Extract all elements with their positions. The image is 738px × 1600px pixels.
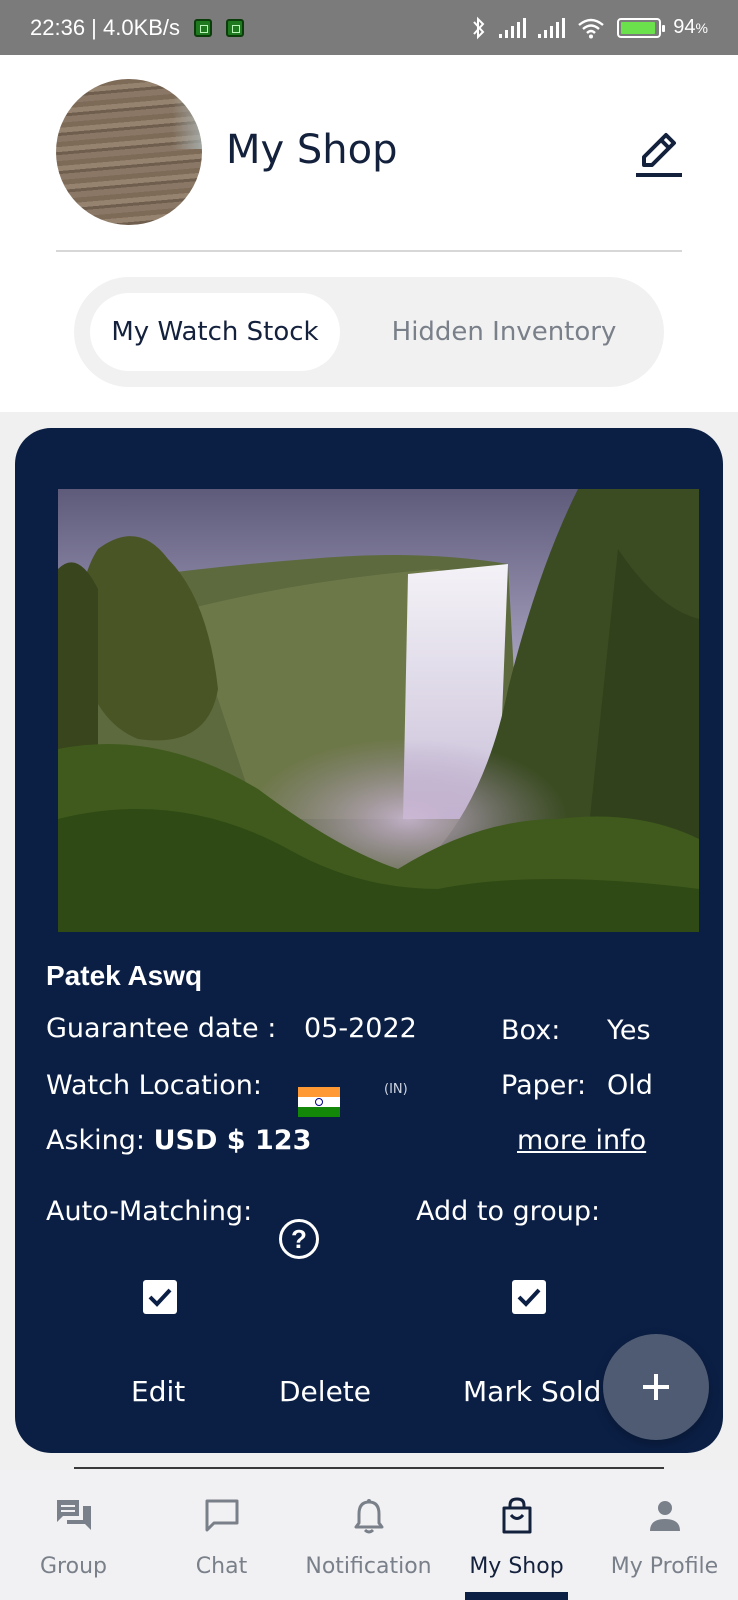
box-label: Box: xyxy=(501,1015,561,1046)
nav-item-my-profile[interactable]: My Profile xyxy=(591,1470,738,1600)
watch-photo[interactable] xyxy=(58,489,699,932)
battery-level: 94% xyxy=(673,16,708,38)
location-code: (IN) xyxy=(384,1082,408,1097)
nav-divider xyxy=(74,1467,664,1469)
pencil-edit-icon xyxy=(636,133,682,177)
paper-value: Old xyxy=(607,1070,653,1101)
notification-app-icon xyxy=(194,18,213,37)
box-value: Yes xyxy=(607,1015,651,1046)
battery-icon xyxy=(617,17,666,38)
help-icon[interactable]: ? xyxy=(279,1219,319,1259)
nav-item-notification[interactable]: Notification xyxy=(295,1470,442,1600)
edit-shop-button[interactable] xyxy=(634,129,684,181)
bell-icon xyxy=(354,1499,383,1534)
notification-app-icon xyxy=(226,18,245,37)
add-to-group-checkbox[interactable] xyxy=(512,1280,546,1314)
shop-header: My Shop My Watch Stock Hidden Inventory xyxy=(0,55,738,412)
india-flag-icon xyxy=(298,1087,340,1117)
delete-button[interactable]: Delete xyxy=(279,1375,371,1408)
add-to-group-label: Add to group: xyxy=(416,1196,601,1227)
waterfall-landscape-image xyxy=(58,489,699,932)
add-listing-button[interactable] xyxy=(603,1334,709,1440)
plus-icon xyxy=(643,1374,669,1400)
signal-icon xyxy=(499,17,527,38)
checkmark-icon xyxy=(148,1288,172,1307)
nav-item-my-shop[interactable]: My Shop xyxy=(443,1470,590,1600)
status-bar: 22:36 | 4.0KB/s 94% xyxy=(0,0,738,55)
edit-button[interactable]: Edit xyxy=(131,1375,185,1408)
active-tab-indicator xyxy=(465,1592,568,1600)
bluetooth-icon xyxy=(473,16,485,39)
paper-label: Paper: xyxy=(501,1070,587,1101)
nav-label-my-shop: My Shop xyxy=(469,1554,564,1579)
asking-value: USD $ 123 xyxy=(153,1125,312,1156)
more-info-link[interactable]: more info xyxy=(517,1125,646,1156)
group-chat-icon xyxy=(56,1500,91,1530)
nav-label-chat: Chat xyxy=(195,1554,248,1579)
location-label: Watch Location: xyxy=(46,1070,262,1101)
asking-price: Asking: USD $ 123 xyxy=(46,1125,311,1156)
tab-my-watch-stock[interactable]: My Watch Stock xyxy=(90,293,340,371)
nav-item-group[interactable]: Group xyxy=(0,1470,147,1600)
signal-icon xyxy=(538,17,566,38)
status-time: 22:36 | 4.0KB/s xyxy=(30,14,181,40)
chat-bubble-icon xyxy=(205,1499,238,1532)
inventory-tabs: My Watch Stock Hidden Inventory xyxy=(74,277,664,387)
nav-label-group: Group xyxy=(40,1554,107,1579)
guarantee-value: 05-2022 xyxy=(304,1013,417,1044)
mark-sold-button[interactable]: Mark Sold xyxy=(463,1375,601,1408)
auto-matching-checkbox[interactable] xyxy=(143,1280,177,1314)
wifi-icon xyxy=(578,18,605,38)
nav-label-notification: Notification xyxy=(305,1554,432,1579)
person-icon xyxy=(649,1501,680,1531)
header-divider xyxy=(56,250,682,252)
tab-hidden-inventory[interactable]: Hidden Inventory xyxy=(364,293,644,371)
watch-listing-card: Patek Aswq Guarantee date : 05-2022 Box:… xyxy=(15,428,723,1453)
status-right: 94% xyxy=(471,16,708,40)
page-title: My Shop xyxy=(226,127,398,173)
guarantee-label: Guarantee date : xyxy=(46,1013,277,1044)
checkmark-icon xyxy=(517,1288,541,1307)
nav-label-my-profile: My Profile xyxy=(610,1554,719,1579)
bottom-navigation: Group Chat Notification My Shop My Profi… xyxy=(0,1470,738,1600)
asking-label: Asking: xyxy=(46,1125,146,1156)
watch-name: Patek Aswq xyxy=(46,960,203,991)
shop-avatar[interactable] xyxy=(56,79,202,225)
nav-item-chat[interactable]: Chat xyxy=(148,1470,295,1600)
auto-matching-label: Auto-Matching: xyxy=(46,1196,253,1227)
shopping-bag-icon xyxy=(502,1497,531,1534)
status-left: 22:36 | 4.0KB/s xyxy=(30,14,245,41)
